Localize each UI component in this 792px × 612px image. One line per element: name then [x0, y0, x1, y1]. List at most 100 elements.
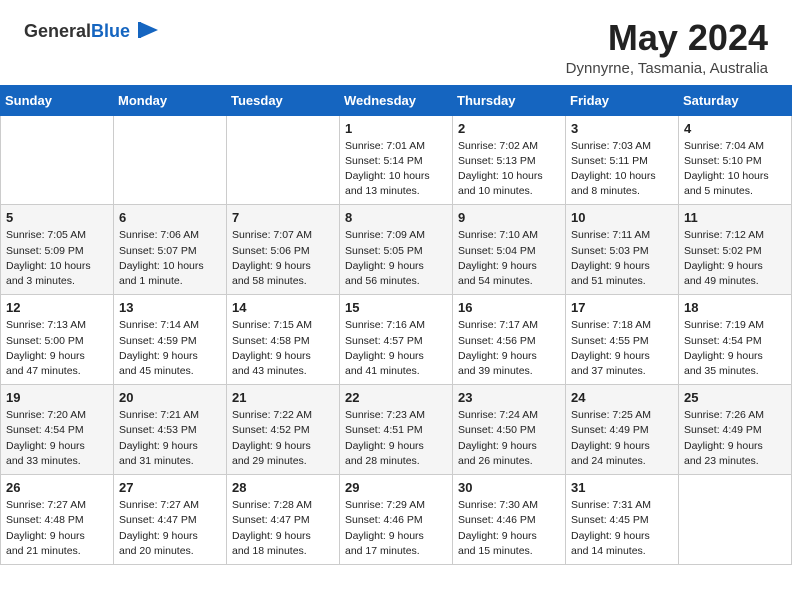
calendar-cell: 19 Sunrise: 7:20 AMSunset: 4:54 PMDayligh…	[1, 385, 114, 475]
calendar-header-row: Sunday Monday Tuesday Wednesday Thursday…	[1, 85, 792, 115]
logo-blue-text: Blue	[91, 21, 130, 41]
logo-icon	[132, 18, 160, 46]
calendar-cell: 15 Sunrise: 7:16 AMSunset: 4:57 PMDayligh…	[340, 295, 453, 385]
calendar-cell: 10 Sunrise: 7:11 AMSunset: 5:03 PMDayligh…	[566, 205, 679, 295]
calendar-week-row: 5 Sunrise: 7:05 AMSunset: 5:09 PMDaylight…	[1, 205, 792, 295]
header-sunday: Sunday	[1, 85, 114, 115]
calendar-week-row: 1 Sunrise: 7:01 AMSunset: 5:14 PMDaylight…	[1, 115, 792, 205]
day-number: 26	[6, 480, 108, 495]
day-number: 28	[232, 480, 334, 495]
day-number: 29	[345, 480, 447, 495]
month-title: May 2024	[566, 18, 768, 58]
day-info: Sunrise: 7:06 AMSunset: 5:07 PMDaylight:…	[119, 228, 221, 289]
calendar-cell: 12 Sunrise: 7:13 AMSunset: 5:00 PMDayligh…	[1, 295, 114, 385]
day-number: 7	[232, 210, 334, 225]
day-number: 19	[6, 390, 108, 405]
day-info: Sunrise: 7:22 AMSunset: 4:52 PMDaylight:…	[232, 408, 334, 469]
day-info: Sunrise: 7:11 AMSunset: 5:03 PMDaylight:…	[571, 228, 673, 289]
calendar-cell: 7Sunrise: 7:07 AMSunset: 5:06 PMDaylight…	[227, 205, 340, 295]
day-number: 14	[232, 300, 334, 315]
day-info: Sunrise: 7:16 AMSunset: 4:57 PMDaylight:…	[345, 318, 447, 379]
calendar-cell: 6 Sunrise: 7:06 AMSunset: 5:07 PMDaylight…	[114, 205, 227, 295]
day-info: Sunrise: 7:10 AMSunset: 5:04 PMDaylight:…	[458, 228, 560, 289]
day-info: Sunrise: 7:05 AMSunset: 5:09 PMDaylight:…	[6, 228, 108, 289]
day-info: Sunrise: 7:31 AMSunset: 4:45 PMDaylight:…	[571, 498, 673, 559]
calendar-cell	[679, 475, 792, 565]
calendar-week-row: 26 Sunrise: 7:27 AMSunset: 4:48 PMDayligh…	[1, 475, 792, 565]
day-info: Sunrise: 7:04 AMSunset: 5:10 PMDaylight:…	[684, 139, 786, 200]
logo-general-text: General	[24, 21, 91, 41]
calendar-cell: 3 Sunrise: 7:03 AMSunset: 5:11 PMDaylight…	[566, 115, 679, 205]
day-number: 13	[119, 300, 221, 315]
day-number: 12	[6, 300, 108, 315]
day-info: Sunrise: 7:21 AMSunset: 4:53 PMDaylight:…	[119, 408, 221, 469]
day-info: Sunrise: 7:01 AMSunset: 5:14 PMDaylight:…	[345, 139, 447, 200]
header-monday: Monday	[114, 85, 227, 115]
day-info: Sunrise: 7:19 AMSunset: 4:54 PMDaylight:…	[684, 318, 786, 379]
title-block: May 2024 Dynnyrne, Tasmania, Australia	[566, 18, 768, 77]
calendar-cell	[1, 115, 114, 205]
day-info: Sunrise: 7:25 AMSunset: 4:49 PMDaylight:…	[571, 408, 673, 469]
header: GeneralBlue May 2024 Dynnyrne, Tasmania,…	[0, 0, 792, 85]
header-tuesday: Tuesday	[227, 85, 340, 115]
calendar-cell	[114, 115, 227, 205]
calendar-table: Sunday Monday Tuesday Wednesday Thursday…	[0, 85, 792, 565]
day-number: 2	[458, 121, 560, 136]
day-number: 10	[571, 210, 673, 225]
day-number: 11	[684, 210, 786, 225]
calendar-cell: 29 Sunrise: 7:29 AMSunset: 4:46 PMDayligh…	[340, 475, 453, 565]
day-number: 6	[119, 210, 221, 225]
day-info: Sunrise: 7:20 AMSunset: 4:54 PMDaylight:…	[6, 408, 108, 469]
day-info: Sunrise: 7:03 AMSunset: 5:11 PMDaylight:…	[571, 139, 673, 200]
calendar-cell: 22Sunrise: 7:23 AMSunset: 4:51 PMDayligh…	[340, 385, 453, 475]
calendar-cell: 16Sunrise: 7:17 AMSunset: 4:56 PMDayligh…	[453, 295, 566, 385]
day-number: 31	[571, 480, 673, 495]
calendar-cell: 26 Sunrise: 7:27 AMSunset: 4:48 PMDayligh…	[1, 475, 114, 565]
day-number: 16	[458, 300, 560, 315]
day-info: Sunrise: 7:27 AMSunset: 4:48 PMDaylight:…	[6, 498, 108, 559]
calendar-cell: 27Sunrise: 7:27 AMSunset: 4:47 PMDayligh…	[114, 475, 227, 565]
day-number: 27	[119, 480, 221, 495]
day-info: Sunrise: 7:28 AMSunset: 4:47 PMDaylight:…	[232, 498, 334, 559]
day-number: 17	[571, 300, 673, 315]
calendar-cell: 23Sunrise: 7:24 AMSunset: 4:50 PMDayligh…	[453, 385, 566, 475]
calendar-cell: 1 Sunrise: 7:01 AMSunset: 5:14 PMDaylight…	[340, 115, 453, 205]
calendar-cell: 24 Sunrise: 7:25 AMSunset: 4:49 PMDayligh…	[566, 385, 679, 475]
calendar-cell: 17Sunrise: 7:18 AMSunset: 4:55 PMDayligh…	[566, 295, 679, 385]
logo: GeneralBlue	[24, 18, 160, 46]
day-number: 15	[345, 300, 447, 315]
page: GeneralBlue May 2024 Dynnyrne, Tasmania,…	[0, 0, 792, 565]
day-number: 3	[571, 121, 673, 136]
day-number: 9	[458, 210, 560, 225]
day-info: Sunrise: 7:26 AMSunset: 4:49 PMDaylight:…	[684, 408, 786, 469]
day-number: 5	[6, 210, 108, 225]
day-number: 4	[684, 121, 786, 136]
day-number: 25	[684, 390, 786, 405]
calendar-cell: 25 Sunrise: 7:26 AMSunset: 4:49 PMDayligh…	[679, 385, 792, 475]
day-info: Sunrise: 7:30 AMSunset: 4:46 PMDaylight:…	[458, 498, 560, 559]
day-number: 24	[571, 390, 673, 405]
day-info: Sunrise: 7:29 AMSunset: 4:46 PMDaylight:…	[345, 498, 447, 559]
day-info: Sunrise: 7:09 AMSunset: 5:05 PMDaylight:…	[345, 228, 447, 289]
day-info: Sunrise: 7:13 AMSunset: 5:00 PMDaylight:…	[6, 318, 108, 379]
calendar-cell: 4 Sunrise: 7:04 AMSunset: 5:10 PMDaylight…	[679, 115, 792, 205]
day-number: 22	[345, 390, 447, 405]
day-info: Sunrise: 7:14 AMSunset: 4:59 PMDaylight:…	[119, 318, 221, 379]
calendar-cell: 13 Sunrise: 7:14 AMSunset: 4:59 PMDayligh…	[114, 295, 227, 385]
calendar-cell: 8 Sunrise: 7:09 AMSunset: 5:05 PMDaylight…	[340, 205, 453, 295]
calendar-cell: 9 Sunrise: 7:10 AMSunset: 5:04 PMDaylight…	[453, 205, 566, 295]
calendar-week-row: 12 Sunrise: 7:13 AMSunset: 5:00 PMDayligh…	[1, 295, 792, 385]
day-info: Sunrise: 7:02 AMSunset: 5:13 PMDaylight:…	[458, 139, 560, 200]
header-thursday: Thursday	[453, 85, 566, 115]
day-number: 1	[345, 121, 447, 136]
day-info: Sunrise: 7:12 AMSunset: 5:02 PMDaylight:…	[684, 228, 786, 289]
day-number: 21	[232, 390, 334, 405]
calendar-cell: 5 Sunrise: 7:05 AMSunset: 5:09 PMDaylight…	[1, 205, 114, 295]
calendar-cell: 20 Sunrise: 7:21 AMSunset: 4:53 PMDayligh…	[114, 385, 227, 475]
day-number: 8	[345, 210, 447, 225]
location: Dynnyrne, Tasmania, Australia	[566, 60, 768, 77]
calendar-cell: 11 Sunrise: 7:12 AMSunset: 5:02 PMDayligh…	[679, 205, 792, 295]
calendar-week-row: 19 Sunrise: 7:20 AMSunset: 4:54 PMDayligh…	[1, 385, 792, 475]
day-number: 20	[119, 390, 221, 405]
day-info: Sunrise: 7:24 AMSunset: 4:50 PMDaylight:…	[458, 408, 560, 469]
